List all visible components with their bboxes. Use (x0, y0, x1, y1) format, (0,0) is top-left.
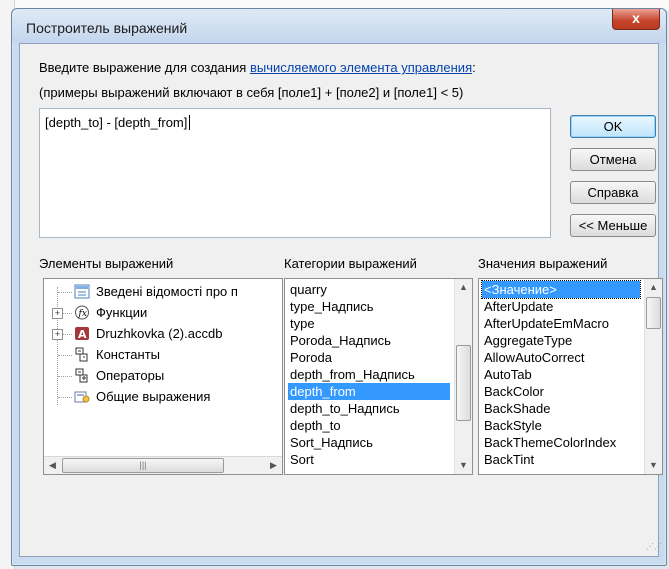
list-item[interactable]: Sort_Надпись (288, 434, 373, 451)
list-item[interactable]: BackColor (482, 383, 544, 400)
list-item[interactable]: BackTint (482, 451, 534, 468)
close-icon: x (632, 10, 640, 26)
title-bar[interactable]: Построитель выражений x (12, 9, 666, 43)
resize-grip-icon[interactable]: ⋰⋰ (646, 543, 662, 554)
scroll-right-icon[interactable]: ▶ (265, 457, 282, 474)
tree-item-label: Функции (96, 305, 148, 320)
elements-label: Элементы выражений (39, 256, 174, 271)
list-item[interactable]: AllowAutoCorrect (482, 349, 584, 366)
list-item[interactable]: AutoTab (482, 366, 532, 383)
list-item[interactable]: AggregateType (482, 332, 572, 349)
tree-item-database[interactable]: + A Druzhkovka (2).accdb (44, 324, 282, 344)
instruction-line-2: (примеры выражений включают в себя [поле… (39, 85, 464, 100)
tree-item-common-expressions[interactable]: Общие выражения (44, 387, 282, 407)
scroll-left-icon[interactable]: ◀ (44, 457, 61, 474)
horizontal-scrollbar[interactable]: ◀ ||| ▶ (44, 456, 282, 474)
tree-item-label: Общие выражения (96, 389, 211, 404)
instruction-line-1: Введите выражение для создания вычисляем… (39, 60, 476, 75)
function-icon: fx (74, 305, 90, 320)
cancel-button[interactable]: Отмена (570, 148, 656, 171)
svg-text:A: A (78, 328, 87, 341)
list-item[interactable]: depth_to (288, 417, 341, 434)
help-button[interactable]: Справка (570, 181, 656, 204)
constants-icon (74, 347, 90, 362)
scroll-thumb[interactable] (646, 297, 661, 329)
tree-item-constants[interactable]: Константы (44, 345, 282, 365)
scroll-thumb[interactable] (456, 345, 471, 421)
expression-elements-tree[interactable]: Зведені відомості про п + fx Функции + A… (43, 278, 283, 475)
dialog-body: Введите выражение для создания вычисляем… (19, 43, 663, 557)
expression-value: [depth_to] - [depth_from] (45, 115, 188, 130)
list-item[interactable]: AfterUpdateEmMacro (482, 315, 609, 332)
list-item[interactable]: type_Надпись (288, 298, 374, 315)
tree-item-operators[interactable]: Операторы (44, 366, 282, 386)
list-item[interactable]: depth_from_Надпись (288, 366, 415, 383)
list-item[interactable]: Sort (288, 451, 314, 468)
scroll-up-icon[interactable]: ▲ (645, 279, 662, 296)
tree-item-label: Druzhkovka (2).accdb (96, 326, 223, 341)
vertical-scrollbar[interactable]: ▲ ▼ (454, 279, 472, 474)
less-button[interactable]: << Меньше (570, 214, 656, 237)
common-expressions-icon (74, 389, 90, 404)
scroll-down-icon[interactable]: ▼ (455, 457, 472, 474)
expand-icon[interactable]: + (52, 308, 63, 319)
scroll-thumb[interactable]: ||| (62, 458, 224, 473)
close-button[interactable]: x (612, 9, 660, 30)
list-item-selected[interactable]: depth_from (288, 383, 450, 400)
list-item[interactable]: BackThemeColorIndex (482, 434, 616, 451)
tree-item-label: Операторы (96, 368, 165, 383)
expression-input[interactable]: [depth_to] - [depth_from] (39, 108, 551, 238)
tree-item-functions[interactable]: + fx Функции (44, 303, 282, 323)
list-item[interactable]: BackStyle (482, 417, 542, 434)
text-caret (189, 115, 191, 130)
expand-icon[interactable]: + (52, 329, 63, 340)
svg-text:fx: fx (78, 309, 87, 319)
instruction-colon: : (472, 60, 476, 75)
vertical-scrollbar[interactable]: ▲ ▼ (644, 279, 662, 474)
expression-builder-dialog: Построитель выражений x Введите выражени… (11, 8, 667, 566)
values-label: Значения выражений (478, 256, 608, 271)
calculated-control-link[interactable]: вычисляемого элемента управления (250, 60, 472, 75)
list-item[interactable]: BackShade (482, 400, 551, 417)
tree-item-label: Зведені відомості про п (96, 284, 238, 299)
operators-icon (74, 368, 90, 383)
list-item[interactable]: quarry (288, 281, 327, 298)
list-item[interactable]: AfterUpdate (482, 298, 553, 315)
categories-label: Категории выражений (284, 256, 417, 271)
scroll-up-icon[interactable]: ▲ (455, 279, 472, 296)
list-item-selected[interactable]: <Значение> (481, 280, 641, 299)
expression-categories-list[interactable]: quarry type_Надпись type Poroda_Надпись … (284, 278, 473, 475)
list-item[interactable]: depth_to_Надпись (288, 400, 400, 417)
tree-item-label: Константы (96, 347, 160, 362)
expression-values-list[interactable]: <Значение> AfterUpdate AfterUpdateEmMacr… (478, 278, 663, 475)
window-title: Построитель выражений (26, 20, 188, 36)
list-item[interactable]: type (288, 315, 315, 332)
list-item[interactable]: Poroda (288, 349, 332, 366)
list-item[interactable]: Poroda_Надпись (288, 332, 391, 349)
scroll-down-icon[interactable]: ▼ (645, 457, 662, 474)
database-icon: A (74, 326, 90, 341)
ok-button[interactable]: OK (570, 115, 656, 138)
instruction-text: Введите выражение для создания (39, 60, 250, 75)
tree-item-form-summary[interactable]: Зведені відомості про п (44, 282, 282, 302)
form-icon (74, 284, 90, 299)
